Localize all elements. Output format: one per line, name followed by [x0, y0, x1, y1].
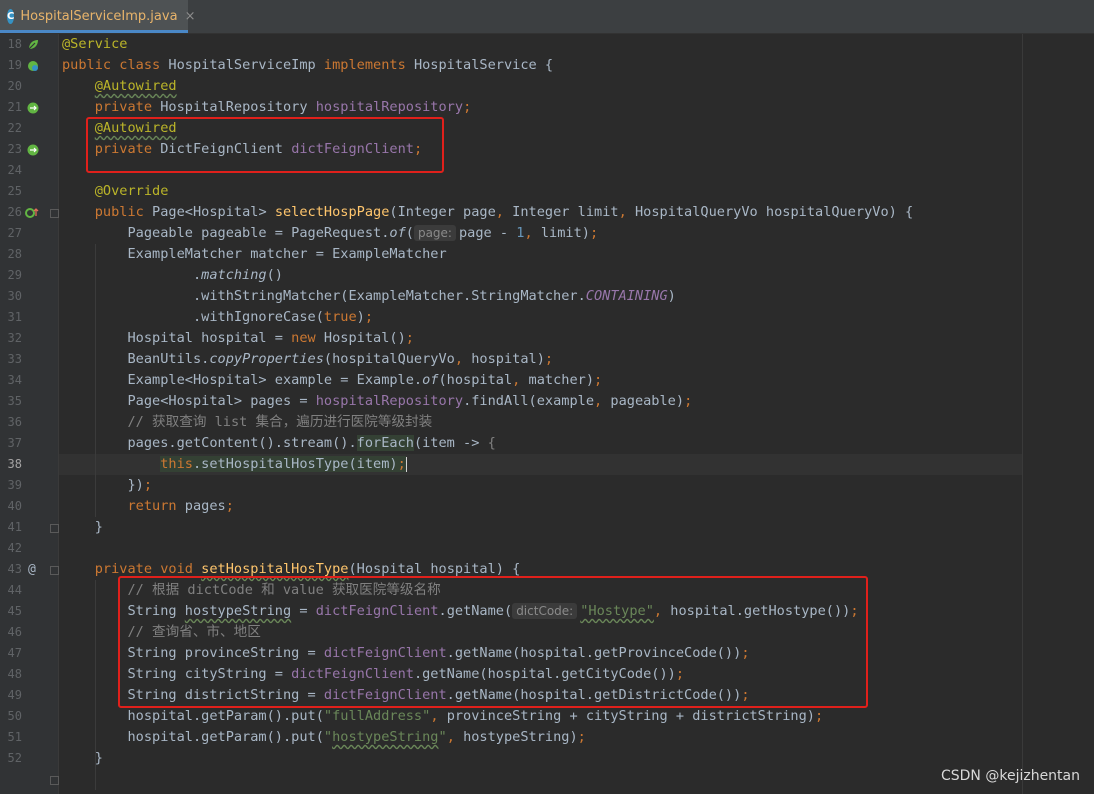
- code-line-33: BeanUtils.copyProperties(hospitalQueryVo…: [127, 351, 554, 367]
- code-line-51: hospital.getParam().put("hostypeString",…: [127, 729, 586, 745]
- line-number: 38: [7, 457, 22, 471]
- implements-method-icon[interactable]: [24, 202, 40, 223]
- code-line-39: });: [127, 477, 153, 493]
- line-number: 50: [7, 709, 22, 723]
- line-number: 27: [7, 226, 22, 240]
- bean-icon[interactable]: [26, 55, 40, 76]
- code-line-27: Pageable pageable = PageRequest.of(page:…: [127, 225, 599, 241]
- code-line-30: .withStringMatcher(ExampleMatcher.String…: [192, 288, 676, 304]
- autowired-icon[interactable]: [26, 139, 40, 160]
- code-line-37: pages.getContent().stream().forEach(item…: [127, 435, 496, 451]
- highlight-box-getname-calls: [118, 576, 868, 708]
- line-number: 32: [7, 331, 22, 345]
- code-line-25: @Override: [94, 183, 169, 199]
- code-line-21: private HospitalRepository hospitalRepos…: [94, 99, 472, 115]
- code-line-18: @Service: [62, 36, 128, 52]
- code-line-41: }: [94, 519, 103, 535]
- code-line-34: Example<Hospital> example = Example.of(h…: [127, 372, 603, 388]
- fold-marker[interactable]: [50, 524, 59, 533]
- line-number: 47: [7, 646, 22, 660]
- line-number: 49: [7, 688, 22, 702]
- code-line-40: return pages;: [127, 498, 234, 514]
- line-number: 44: [7, 583, 22, 597]
- watermark: CSDN @kejizhentan: [940, 768, 1080, 784]
- line-number: 46: [7, 625, 22, 639]
- line-number: 39: [7, 478, 22, 492]
- code-line-50: hospital.getParam().put("fullAddress", p…: [127, 708, 824, 724]
- code-line-31: .withIgnoreCase(true);: [192, 309, 374, 325]
- fold-marker[interactable]: [50, 209, 59, 218]
- line-number: 26: [7, 205, 22, 219]
- close-icon[interactable]: ×: [185, 9, 196, 24]
- code-line-38: this.setHospitalHosType(item);: [160, 456, 407, 472]
- code-line-20: @Autowired: [94, 78, 177, 94]
- line-number: 23: [7, 142, 22, 156]
- line-number: 34: [7, 373, 22, 387]
- parameter-hint: page:: [413, 225, 456, 241]
- fold-marker[interactable]: [50, 566, 59, 575]
- line-number: 41: [7, 520, 22, 534]
- bean-icon[interactable]: [26, 34, 40, 55]
- code-line-26: public Page<Hospital> selectHospPage(Int…: [94, 204, 914, 220]
- line-number: 19: [7, 58, 22, 72]
- line-number: 45: [7, 604, 22, 618]
- tab-hospital-service-imp[interactable]: C HospitalServiceImp.java ×: [0, 0, 195, 33]
- line-number: 35: [7, 394, 22, 408]
- line-number: 42: [7, 541, 22, 555]
- line-number: 30: [7, 289, 22, 303]
- java-class-icon: C: [7, 9, 15, 24]
- at-annotation-icon[interactable]: @: [28, 559, 36, 580]
- line-number: 18: [7, 37, 22, 51]
- code-line-19: public class HospitalServiceImp implemen…: [62, 57, 554, 73]
- line-number: 31: [7, 310, 22, 324]
- line-number: 28: [7, 247, 22, 261]
- active-tab-indicator: [0, 30, 188, 33]
- line-number: 24: [7, 163, 22, 177]
- line-number: 33: [7, 352, 22, 366]
- line-number: 52: [7, 751, 22, 765]
- editor-tab-bar: C HospitalServiceImp.java ×: [0, 0, 1094, 34]
- line-number: 36: [7, 415, 22, 429]
- line-number: 37: [7, 436, 22, 450]
- line-number: 40: [7, 499, 22, 513]
- code-line-52: }: [94, 750, 103, 766]
- line-number: 48: [7, 667, 22, 681]
- tab-label: HospitalServiceImp.java: [20, 9, 178, 24]
- line-number: 21: [7, 100, 22, 114]
- line-number: 29: [7, 268, 22, 282]
- line-number: 43: [7, 562, 22, 576]
- code-line-29: .matching(): [192, 267, 283, 283]
- code-line-35: Page<Hospital> pages = hospitalRepositor…: [127, 393, 693, 409]
- line-number: 51: [7, 730, 22, 744]
- text-caret: [405, 456, 407, 472]
- line-number: 20: [7, 79, 22, 93]
- autowired-icon[interactable]: [26, 97, 40, 118]
- line-number: 25: [7, 184, 22, 198]
- code-line-36: // 获取查询 list 集合，遍历进行医院等级封装: [127, 414, 433, 430]
- line-number: 22: [7, 121, 22, 135]
- fold-marker[interactable]: [50, 776, 59, 785]
- code-line-32: Hospital hospital = new Hospital();: [127, 330, 414, 346]
- line-number-gutter: 18 19 20 21 22 23 24 25 26 27 28 29 30 31 32 33 34 35 36 37…: [0, 34, 80, 794]
- highlight-box-autowired-field: [86, 117, 444, 173]
- code-line-28: ExampleMatcher matcher = ExampleMatcher: [127, 246, 447, 262]
